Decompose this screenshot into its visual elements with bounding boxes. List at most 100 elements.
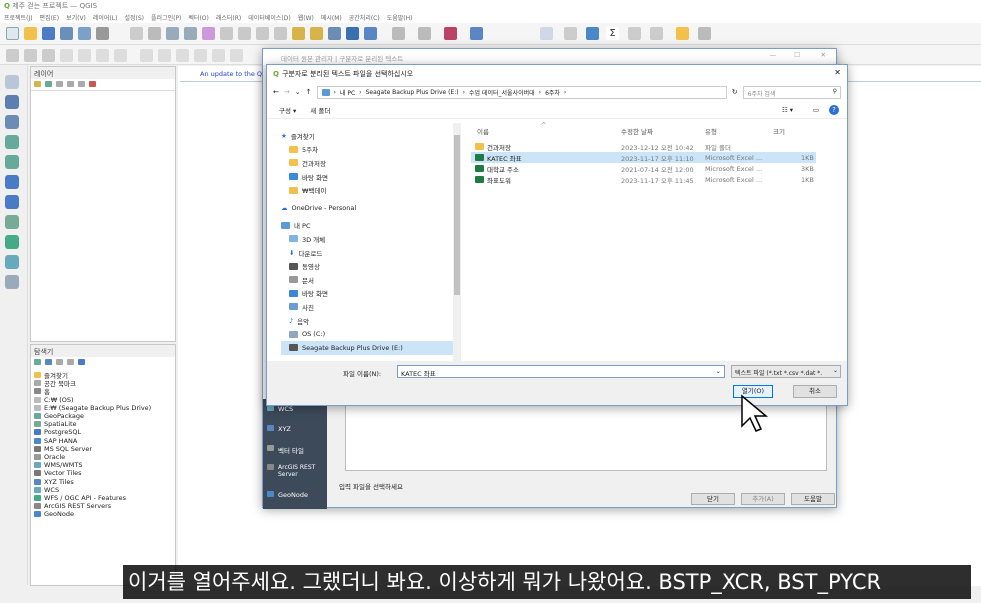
close-dialog-button[interactable]: 닫기 <box>691 493 735 505</box>
vertex-tool-icon[interactable] <box>96 49 109 62</box>
temporal-icon[interactable] <box>346 27 359 40</box>
digitize-icon[interactable] <box>60 49 73 62</box>
nav-item[interactable]: 3D 개체 <box>281 232 461 246</box>
view-options-icon[interactable]: ☷ ▾ <box>782 106 793 114</box>
plugin-icon[interactable] <box>698 27 711 40</box>
undo-icon[interactable] <box>212 49 225 62</box>
filter-legend-icon[interactable] <box>56 81 63 87</box>
add-selected-layers-icon[interactable] <box>34 359 41 365</box>
remove-layer-icon[interactable] <box>89 81 96 87</box>
browser-item[interactable]: WFS / OGC API - Features <box>34 494 175 502</box>
datasource-item-xyz[interactable]: XYZ <box>263 419 327 439</box>
select-by-value-icon[interactable] <box>418 27 431 40</box>
menu-layer[interactable]: 레이어(L) <box>93 15 118 22</box>
zoom-in-icon[interactable] <box>166 27 179 40</box>
redo-icon[interactable] <box>230 49 243 62</box>
menu-mesh[interactable]: 메시(M) <box>321 15 342 22</box>
add-delimited-text-icon[interactable] <box>5 135 19 149</box>
save-edits-icon[interactable] <box>42 49 55 62</box>
pan-to-selection-icon[interactable] <box>148 27 161 40</box>
browser-item[interactable]: PostgreSQL <box>34 428 175 436</box>
maximize-button[interactable]: ☐ <box>794 51 800 59</box>
table-row[interactable]: 건과저장 2023-12-12 오전 10:42 파일 폴더 <box>471 141 816 152</box>
open-project-icon[interactable] <box>24 27 37 40</box>
menu-plugins[interactable]: 플러그인(P) <box>151 15 181 22</box>
nav-item[interactable]: 5주차 <box>281 143 461 157</box>
open-layer-styling-icon[interactable] <box>34 81 41 87</box>
breadcrumb[interactable]: › 내 PC › Seagate Backup Plus Drive (E:) › 수… <box>316 85 727 99</box>
nav-item[interactable]: 사진 <box>281 300 461 314</box>
dialog-close-icon[interactable]: ✕ <box>834 68 841 77</box>
zoom-selection-icon[interactable] <box>220 27 233 40</box>
text-annotation-icon[interactable] <box>650 27 663 40</box>
save-project-icon[interactable] <box>42 27 55 40</box>
browser-item[interactable]: WCS <box>34 486 175 494</box>
menu-web[interactable]: 웹(W) <box>298 15 314 22</box>
help-button[interactable]: 도움말 <box>791 493 835 505</box>
delete-selected-icon[interactable] <box>140 49 153 62</box>
back-arrow-icon[interactable]: ← <box>273 88 279 96</box>
browser-item[interactable]: ArcGIS REST Servers <box>34 502 175 510</box>
pencil-edit-icon[interactable] <box>6 49 19 62</box>
add-group-icon[interactable] <box>45 81 52 87</box>
menu-vector[interactable]: 벡터(O) <box>188 15 208 22</box>
statistics-sigma-icon[interactable]: Σ <box>606 27 619 40</box>
calculator-icon[interactable] <box>628 27 641 40</box>
modify-attributes-icon[interactable] <box>114 49 127 62</box>
search-input[interactable]: 6주차 검색 ⚲ <box>742 85 841 99</box>
nav-item[interactable]: ♪ 음악 <box>281 314 461 328</box>
cut-icon[interactable] <box>158 49 171 62</box>
menu-settings[interactable]: 설정(S) <box>124 15 144 22</box>
select-features-icon[interactable] <box>392 27 405 40</box>
filename-input[interactable]: KATEC 좌표 ⌄ <box>397 365 725 378</box>
nav-item[interactable]: 건과저장 <box>281 156 461 170</box>
up-arrow-icon[interactable]: ↑ <box>306 88 312 96</box>
new-map-view-icon[interactable] <box>328 27 341 40</box>
nav-item[interactable]: ₩백데이 <box>281 183 461 197</box>
add-wcs-icon[interactable] <box>5 255 19 269</box>
add-mssql-icon[interactable] <box>5 195 19 209</box>
save-as-icon[interactable] <box>60 27 73 40</box>
zoom-layer-icon[interactable] <box>238 27 251 40</box>
pan-icon[interactable] <box>130 27 143 40</box>
close-button[interactable]: ✕ <box>821 51 826 59</box>
table-row[interactable]: 대학교 주소 2021-07-14 오전 12:00 Microsoft Exc… <box>471 163 816 174</box>
browser-item[interactable]: GeoPackage <box>34 412 175 420</box>
refresh-icon[interactable]: ↻ <box>732 88 738 96</box>
cancel-button[interactable]: 취소 <box>793 385 837 398</box>
nav-item[interactable]: 문서 <box>281 273 461 287</box>
new-shapefile-icon[interactable] <box>5 275 19 289</box>
add-feature-icon[interactable] <box>78 49 91 62</box>
browser-item[interactable]: Oracle <box>34 453 175 461</box>
new-project-icon[interactable] <box>6 27 19 40</box>
column-name[interactable]: 이름 <box>477 126 489 136</box>
nav-item[interactable]: 바탕 화면 <box>281 170 461 184</box>
column-size[interactable]: 크기 <box>773 126 785 136</box>
menu-project[interactable]: 프로젝트(J) <box>4 15 33 22</box>
add-raster-layer-icon[interactable] <box>5 95 19 109</box>
zoom-out-icon[interactable] <box>184 27 197 40</box>
refresh-icon[interactable] <box>364 27 377 40</box>
identify-icon[interactable] <box>540 27 553 40</box>
nav-item[interactable]: ⬇ 다운로드 <box>281 246 461 260</box>
measure-icon[interactable] <box>564 27 577 40</box>
expand-all-icon[interactable] <box>67 81 74 87</box>
browser-item[interactable]: WMS/WMTS <box>34 461 175 469</box>
table-row[interactable]: 좌표도워 2023-11-17 오후 11:45 Microsoft Excel… <box>471 174 816 185</box>
browser-item[interactable]: Vector Tiles <box>34 469 175 477</box>
new-folder-button[interactable]: 새 폴더 <box>310 105 330 115</box>
copy-icon[interactable] <box>176 49 189 62</box>
paste-icon[interactable] <box>194 49 207 62</box>
browser-item[interactable]: C:₩ (OS) <box>34 396 175 404</box>
zoom-full-icon[interactable] <box>202 27 215 40</box>
menu-raster[interactable]: 래스터(R) <box>216 15 241 22</box>
browser-item[interactable]: MS SQL Server <box>34 445 175 453</box>
nav-item[interactable]: OS (C:) <box>281 327 461 341</box>
browser-item[interactable]: 공간 북마크 <box>34 379 175 388</box>
browser-item[interactable]: SpatiaLite <box>34 420 175 428</box>
open-attribute-table-icon[interactable] <box>470 27 483 40</box>
collapse-all-icon[interactable] <box>78 81 85 87</box>
help-icon[interactable]: ? <box>829 104 839 115</box>
nav-item-onedrive[interactable]: ☁ OneDrive - Personal <box>281 201 461 215</box>
style-manager-icon[interactable] <box>96 27 109 40</box>
